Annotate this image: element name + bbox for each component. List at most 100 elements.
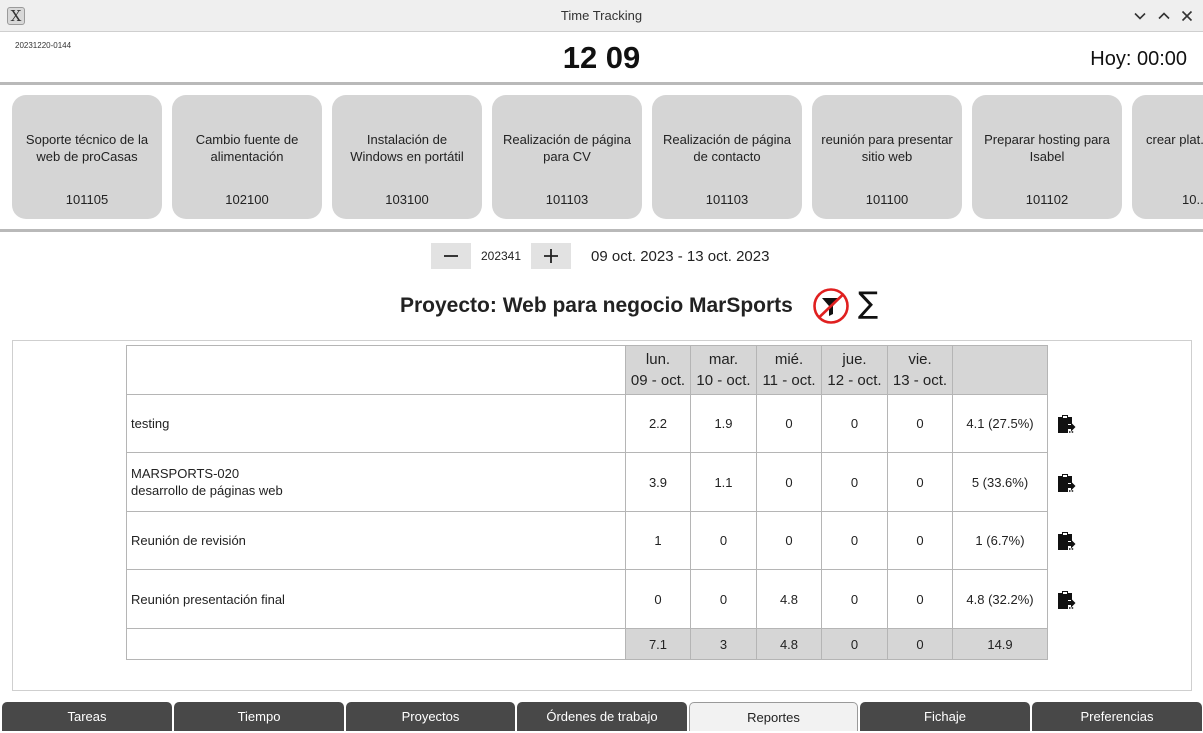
task-code: 103100 [385, 192, 429, 207]
task-cell: testing [126, 394, 626, 453]
hours-cell: 1 [625, 511, 691, 570]
chevron-up-icon[interactable] [1154, 6, 1174, 26]
project-title: Proyecto: Web para negocio MarSports [400, 294, 793, 317]
hours-cell: 0 [690, 511, 757, 570]
tab-preferencias[interactable]: Preferencias [1032, 702, 1202, 731]
footer-blank-cell [126, 628, 626, 660]
report-table: lun. 09 - oct. mar. 10 - oct. mié. 11 - oct… [126, 345, 1048, 660]
window-title: Time Tracking [560, 8, 643, 23]
task-line: MARSPORTS-020 [131, 466, 240, 481]
row-total-cell: 5 (33.6%) [952, 452, 1048, 512]
day-total-cell: 4.8 [756, 628, 822, 660]
task-line: desarrollo de páginas web [131, 483, 283, 498]
task-card[interactable]: Cambio fuente de alimentación 102100 [172, 95, 322, 219]
tab-tiempo[interactable]: Tiempo [174, 702, 344, 731]
bottom-tab-bar: Tareas Tiempo Proyectos Órdenes de traba… [0, 701, 1203, 732]
tab-proyectos[interactable]: Proyectos [346, 702, 515, 731]
header: 20231220-0144 12 09 Hoy: 00:00 [0, 32, 1203, 84]
grand-total-cell: 14.9 [952, 628, 1048, 660]
tab-ordenes-de-trabajo[interactable]: Órdenes de trabajo [517, 702, 687, 731]
day-name: mar. [708, 351, 739, 368]
clipboard-export-icon[interactable] [1055, 472, 1077, 494]
task-card[interactable]: crear plat... b... 10... [1132, 95, 1203, 219]
current-time: 12 09 [562, 40, 641, 75]
task-card[interactable]: Instalación de Windows en portátil 10310… [332, 95, 482, 219]
task-name: Cambio fuente de alimentación [195, 132, 299, 164]
hours-cell: 0 [625, 569, 691, 629]
hours-cell: 1.1 [690, 452, 757, 512]
day-total-cell: 0 [821, 628, 888, 660]
day-header: mié. 11 - oct. [756, 345, 822, 395]
clipboard-export-icon[interactable] [1055, 589, 1077, 611]
task-code: 10... [1182, 192, 1203, 207]
day-total-cell: 7.1 [625, 628, 691, 660]
day-name: jue. [842, 351, 867, 368]
week-prev-button[interactable] [431, 243, 471, 269]
hours-cell: 0 [821, 452, 888, 512]
clipboard-export-icon[interactable] [1055, 413, 1077, 435]
table-footer-row: 7.1 3 4.8 0 0 14.9 [126, 628, 1048, 660]
day-date: 10 - oct. [696, 372, 751, 389]
task-card[interactable]: Realización de página para CV 101103 [492, 95, 642, 219]
day-header: lun. 09 - oct. [625, 345, 691, 395]
task-code: 101100 [865, 192, 909, 207]
hours-cell: 0 [690, 569, 757, 629]
tab-fichaje[interactable]: Fichaje [860, 702, 1030, 731]
day-total-cell: 3 [690, 628, 757, 660]
filter-off-icon[interactable] [812, 287, 850, 325]
task-name: Preparar hosting para Isabel [984, 132, 1110, 164]
hours-cell: 0 [887, 394, 953, 453]
task-code: 101103 [705, 192, 749, 207]
task-card[interactable]: Realización de página de contacto 101103 [652, 95, 802, 219]
task-name: Soporte técnico de la web de proCasas [25, 132, 149, 164]
task-code: 101102 [1025, 192, 1069, 207]
hours-cell: 3.9 [625, 452, 691, 512]
task-card[interactable]: Soporte técnico de la web de proCasas 10… [12, 95, 162, 219]
tab-tareas[interactable]: Tareas [2, 702, 172, 731]
tab-reportes[interactable]: Reportes [689, 702, 858, 731]
day-date: 12 - oct. [827, 372, 882, 389]
hours-cell: 0 [756, 394, 822, 453]
task-strip[interactable]: Soporte técnico de la web de proCasas 10… [0, 86, 1203, 229]
task-code: 101103 [545, 192, 589, 207]
header-blank-cell [126, 345, 626, 395]
task-card[interactable]: Preparar hosting para Isabel 101102 [972, 95, 1122, 219]
day-total-cell: 0 [887, 628, 953, 660]
table-header-row: lun. 09 - oct. mar. 10 - oct. mié. 11 - oct… [126, 345, 1048, 395]
sum-icon[interactable]: ∑ [858, 286, 878, 322]
task-code: 102100 [225, 192, 269, 207]
hours-cell: 0 [887, 511, 953, 570]
task-card[interactable]: reunión para presentar sitio web 101100 [812, 95, 962, 219]
window-titlebar: X Time Tracking [0, 0, 1203, 32]
today-total: Hoy: 00:00 [1090, 48, 1187, 70]
hours-cell: 0 [756, 511, 822, 570]
hours-cell: 1.9 [690, 394, 757, 453]
task-strip-divider [0, 229, 1203, 232]
hours-cell: 4.8 [756, 569, 822, 629]
row-total-cell: 4.1 (27.5%) [952, 394, 1048, 453]
task-cell: MARSPORTS-020 desarrollo de páginas web [126, 452, 626, 512]
week-selector [431, 243, 571, 269]
day-name: lun. [645, 351, 671, 368]
day-date: 09 - oct. [630, 372, 686, 389]
clipboard-export-icon[interactable] [1055, 530, 1077, 552]
hours-cell: 0 [821, 394, 888, 453]
day-name: mié. [774, 351, 804, 368]
close-icon[interactable] [1177, 6, 1197, 26]
task-name: crear plat... b... [1146, 132, 1203, 147]
day-header: jue. 12 - oct. [821, 345, 888, 395]
table-row: Reunión de revisión 1 0 0 0 0 1 (6.7%) [126, 511, 1048, 570]
hours-cell: 0 [887, 569, 953, 629]
table-row: testing 2.2 1.9 0 0 0 4.1 (27.5%) [126, 394, 1048, 453]
hours-cell: 0 [821, 569, 888, 629]
week-date-range: 09 oct. 2023 - 13 oct. 2023 [591, 248, 770, 265]
week-next-button[interactable] [531, 243, 571, 269]
hours-cell: 0 [821, 511, 888, 570]
table-row: Reunión presentación final 0 0 4.8 0 0 4… [126, 569, 1048, 629]
day-date: 11 - oct. [762, 372, 816, 389]
week-number-input[interactable] [471, 243, 531, 269]
hours-cell: 0 [756, 452, 822, 512]
chevron-down-icon[interactable] [1130, 6, 1150, 26]
task-line: Reunión presentación final [131, 591, 285, 607]
task-cell: Reunión de revisión [126, 511, 626, 570]
